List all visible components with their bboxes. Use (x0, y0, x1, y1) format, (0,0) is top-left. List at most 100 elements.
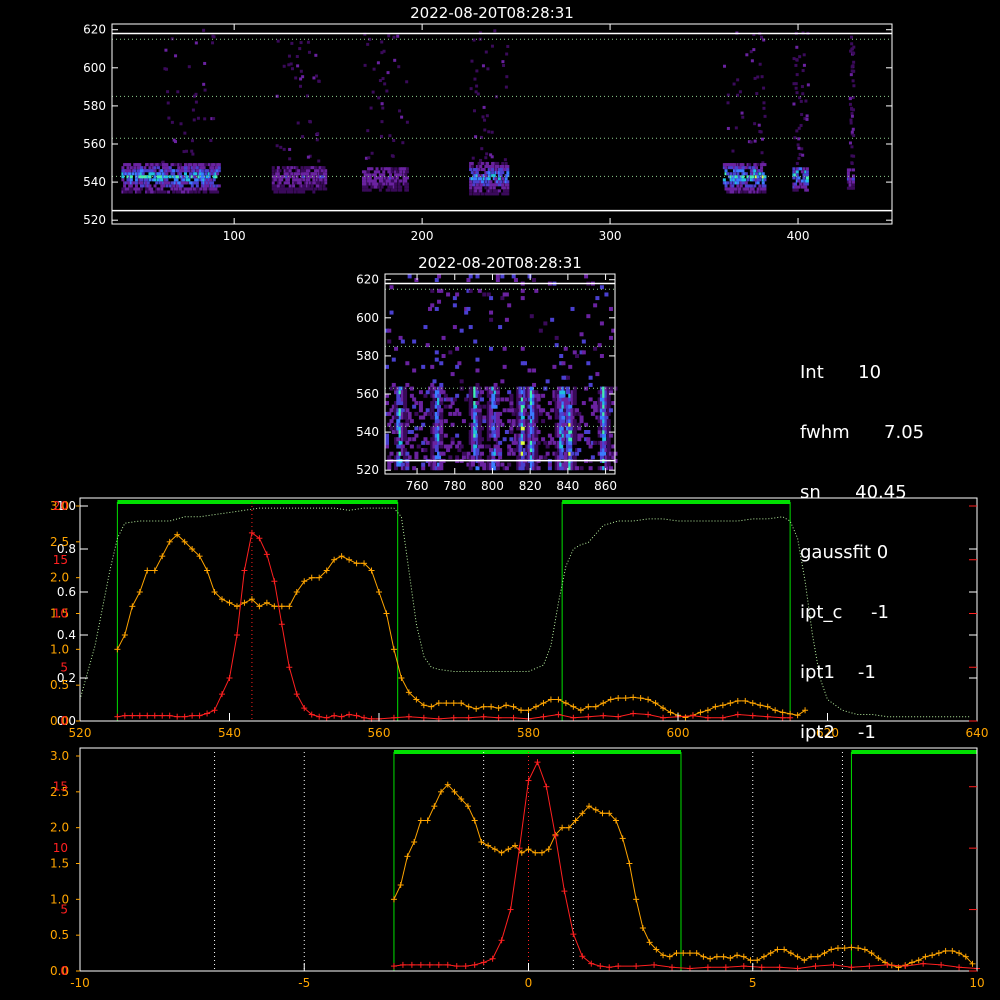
heatmap-cell (588, 397, 593, 402)
heatmap-cell (534, 390, 539, 395)
orange-series-point (233, 603, 240, 610)
heatmap-cell (606, 419, 611, 424)
red-series-point (144, 712, 151, 719)
heatmap-cell (434, 278, 439, 282)
heatmap-cell (753, 76, 757, 80)
orange-series-point (562, 700, 569, 707)
heatmap-cell (403, 426, 408, 431)
heatmap-cell (606, 462, 611, 467)
heatmap-cell (461, 419, 466, 424)
heatmap-cell (439, 415, 444, 420)
heatmap-cell (468, 401, 473, 406)
heatmap-cell (482, 168, 486, 172)
heatmap-cell (532, 368, 537, 373)
heatmap-cell (470, 462, 475, 467)
heatmap-cell (577, 411, 582, 416)
heatmap-cell (441, 451, 446, 456)
heatmap-cell (799, 182, 803, 186)
red-series-point (740, 963, 747, 970)
heatmap-cell (190, 149, 194, 153)
red-series-point (570, 714, 577, 721)
heatmap-cell (405, 167, 409, 171)
heatmap-cell (187, 65, 191, 69)
heatmap-cell (187, 166, 191, 170)
orange-series-point (682, 714, 689, 721)
x-tick-label: 100 (223, 229, 246, 243)
heatmap-cell (394, 179, 398, 183)
heatmap-cell (532, 278, 537, 282)
heatmap-cell (177, 190, 181, 194)
heatmap-cell (745, 53, 749, 57)
heatmap-cell (452, 411, 457, 416)
red-series-point (420, 714, 427, 721)
red-series-point (615, 963, 622, 970)
heatmap-cell (606, 448, 611, 453)
heatmap-cell (502, 64, 506, 68)
red-series-point (316, 713, 323, 720)
heatmap-cell (482, 404, 487, 409)
heatmap-cell (547, 433, 552, 438)
heatmap-cell (396, 455, 401, 460)
orange-series-point (338, 553, 345, 560)
heatmap-cell (481, 115, 485, 119)
heatmap-cell (314, 187, 318, 191)
heatmap-cell (490, 130, 494, 134)
heatmap-cell (306, 155, 310, 159)
heatmap-cell (148, 184, 152, 188)
heatmap-cell (312, 190, 316, 194)
heatmap-cell (192, 118, 196, 122)
orange-series-point (480, 703, 487, 710)
heatmap-cell (172, 172, 176, 176)
x-tick-label: 860 (594, 479, 617, 493)
heatmap-cell (271, 169, 275, 173)
red-series-point (293, 691, 300, 698)
heatmap-cell (475, 401, 480, 406)
heatmap-cell (187, 169, 191, 173)
zoom-title: 2022-08-20T08:28:31 (418, 254, 582, 272)
orange-series-point (471, 817, 478, 824)
heatmap-cell (418, 401, 423, 406)
heatmap-cell (606, 426, 611, 431)
red-series-point (600, 712, 607, 719)
heatmap-cell (457, 440, 462, 445)
heatmap-cell (434, 357, 439, 362)
heatmap-cell (489, 310, 494, 315)
heatmap-cell (757, 123, 761, 127)
heatmap-cell (749, 140, 753, 144)
heatmap-cell (762, 106, 766, 110)
orange-y-tick-label: 1.0 (50, 642, 69, 656)
red-series-point (256, 535, 263, 542)
orange-series-point (398, 675, 405, 681)
heatmap-cell (310, 187, 314, 191)
heatmap-cell (590, 411, 595, 416)
red-series-point (630, 710, 637, 717)
heatmap-cell (486, 455, 491, 460)
heatmap-cell (489, 408, 494, 413)
heatmap-cell (534, 419, 539, 424)
heatmap-cell (403, 455, 408, 460)
heatmap-cell (204, 190, 208, 194)
profile-green-window-boxes (116, 500, 791, 721)
heatmap-cell (432, 379, 437, 384)
heatmap-cell (851, 183, 855, 187)
heatmap-cell (370, 151, 374, 155)
heatmap-cell (377, 170, 381, 174)
heatmap-cell (504, 292, 509, 297)
heatmap-cell (389, 173, 393, 177)
heatmap-cell (155, 181, 159, 185)
heatmap-cell (541, 408, 546, 413)
heatmap-cell (561, 361, 566, 366)
heatmap-cell (439, 444, 444, 449)
heatmap-cell (520, 415, 525, 420)
heatmap-cell (469, 189, 473, 193)
heatmap-cell (851, 69, 855, 73)
red-series-point (480, 959, 487, 966)
heatmap-cell (527, 415, 532, 420)
heatmap-cell (492, 186, 496, 190)
heatmap-cell (536, 466, 541, 471)
heatmap-cell (500, 379, 505, 384)
heatmap-cell (403, 433, 408, 438)
heatmap-cell (121, 178, 125, 182)
orange-series-point (720, 953, 727, 960)
heatmap-cell (158, 172, 162, 176)
